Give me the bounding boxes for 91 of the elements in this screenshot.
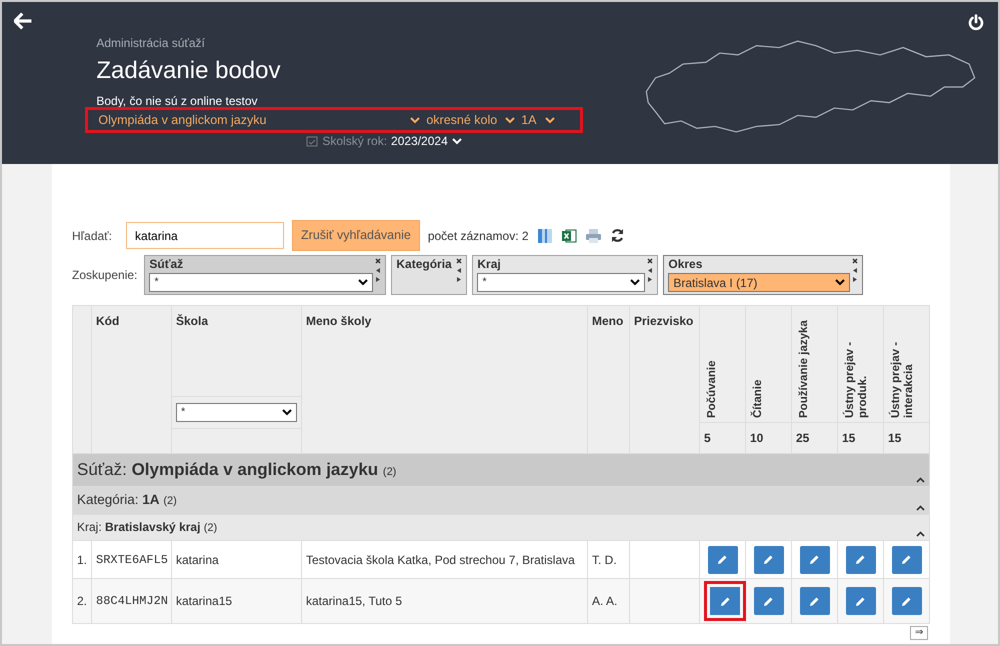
- close-icon[interactable]: [456, 258, 462, 264]
- clear-search-button[interactable]: Zrušiť vyhľadávanie: [292, 220, 420, 251]
- edit-button[interactable]: [892, 546, 922, 574]
- scroll-button[interactable]: ⇒: [910, 626, 928, 640]
- search-label: Hľadať:: [72, 228, 112, 244]
- chip-title: Kraj: [477, 258, 502, 272]
- column-header[interactable]: Kód: [92, 306, 172, 454]
- chevron-down-icon: [630, 279, 640, 286]
- close-icon[interactable]: [647, 258, 654, 264]
- grouping-chip[interactable]: Kraj *: [472, 255, 658, 295]
- chip-dropdown[interactable]: *: [477, 273, 646, 292]
- pencil-icon: [855, 554, 866, 565]
- chip-title: Okres: [668, 258, 704, 272]
- column-header[interactable]: Škola: [172, 306, 301, 396]
- pencil-icon: [763, 596, 774, 606]
- collapse-caret-icon[interactable]: [916, 477, 925, 483]
- pencil-icon: [901, 596, 912, 606]
- refresh-icon[interactable]: [610, 228, 625, 243]
- edit-button[interactable]: [708, 546, 738, 574]
- chevron-down-icon: [410, 116, 420, 124]
- edit-button[interactable]: [892, 587, 922, 615]
- chevron-down-icon: [452, 138, 462, 145]
- selector-dropdown[interactable]: 1A: [521, 111, 555, 130]
- close-icon[interactable]: [852, 258, 858, 264]
- school-year-label: Skolský rok:: [322, 133, 388, 150]
- chevron-down-icon: [358, 279, 368, 286]
- close-icon[interactable]: [375, 258, 382, 264]
- pencil-icon: [720, 596, 730, 606]
- pencil-icon: [809, 554, 820, 565]
- edit-button[interactable]: [800, 587, 830, 615]
- pencil-icon: [717, 554, 728, 565]
- table-cell: katarina15, Tuto 5: [302, 578, 588, 624]
- max-points-cell: 5: [700, 422, 746, 454]
- grouping-chip[interactable]: Okres Bratislava I (17): [663, 255, 864, 295]
- chevron-down-icon: [282, 409, 292, 416]
- move-arrows-icon[interactable]: [376, 266, 380, 284]
- breadcrumb-text: Administrácia súťaží: [96, 35, 206, 52]
- move-arrows-icon[interactable]: [853, 266, 858, 284]
- column-header[interactable]: Meno školy: [302, 306, 588, 454]
- column-filter-dropdown[interactable]: *: [176, 403, 297, 422]
- row-number: 2.: [72, 578, 92, 624]
- selector-dropdown[interactable]: Olympiáda v anglickom jazyku: [98, 111, 420, 130]
- page-description: Body, čo nie sú z online testov: [96, 93, 259, 110]
- pencil-icon: [809, 596, 820, 606]
- chip-dropdown[interactable]: *: [149, 273, 374, 292]
- max-points-cell: 10: [746, 422, 792, 454]
- selector-dropdown[interactable]: okresné kolo: [426, 111, 516, 130]
- spreadsheet-icon[interactable]: [560, 228, 577, 244]
- max-points-cell: 15: [884, 422, 930, 454]
- search-field[interactable]: katarina: [126, 222, 284, 249]
- edit-button[interactable]: [800, 546, 830, 574]
- calendar-icon: [306, 135, 318, 148]
- chevron-down-icon: [544, 116, 555, 124]
- move-arrows-icon[interactable]: [457, 266, 462, 284]
- chip-title: Súťaž: [149, 258, 184, 272]
- pencil-icon: [855, 596, 866, 606]
- back-arrow-icon[interactable]: [14, 12, 32, 30]
- chip-dropdown[interactable]: Bratislava I (17): [668, 273, 850, 292]
- grouping-label: Zoskupenie:: [72, 267, 138, 284]
- chevron-down-icon: [835, 279, 846, 286]
- highlighted-edit-button[interactable]: [704, 581, 746, 621]
- max-points-cell: 25: [792, 422, 838, 454]
- row-number: 1.: [72, 540, 92, 578]
- group-heading: Kategória: 1A (2): [77, 492, 177, 507]
- print-icon[interactable]: [584, 228, 602, 244]
- school-year-dropdown[interactable]: 2023/2024: [391, 132, 462, 150]
- edit-button[interactable]: [846, 587, 876, 615]
- max-points-cell: 15: [838, 422, 884, 454]
- chevron-down-icon: [505, 116, 516, 124]
- group-heading: Súťaž: Olympiáda v anglickom jazyku (2): [77, 460, 396, 479]
- table-cell: katarina15: [172, 578, 302, 624]
- collapse-caret-icon[interactable]: [916, 505, 925, 511]
- column-header[interactable]: Priezvisko: [630, 306, 700, 454]
- group-heading: Kraj: Bratislavský kraj (2): [77, 520, 218, 534]
- pencil-icon: [901, 554, 912, 565]
- edit-button[interactable]: [754, 587, 784, 615]
- collapse-caret-icon[interactable]: [916, 531, 925, 537]
- edit-button[interactable]: [846, 546, 876, 574]
- pencil-icon: [763, 554, 774, 565]
- record-count: počet záznamov: 2: [428, 228, 529, 244]
- edit-button[interactable]: [754, 546, 784, 574]
- power-icon[interactable]: [968, 14, 984, 31]
- page-title: Zadávanie bodov: [96, 58, 282, 84]
- chip-title: Kategória: [396, 258, 453, 272]
- move-arrows-icon[interactable]: [648, 266, 652, 284]
- grouping-chip[interactable]: Kategória: [391, 255, 468, 295]
- code-cell: 88C4LHMJ2N: [92, 578, 172, 624]
- column-header[interactable]: Meno: [588, 306, 630, 454]
- grouping-chip[interactable]: Súťaž *: [144, 255, 386, 295]
- table-cell: A. A.: [588, 578, 630, 624]
- columns-icon[interactable]: [536, 228, 553, 244]
